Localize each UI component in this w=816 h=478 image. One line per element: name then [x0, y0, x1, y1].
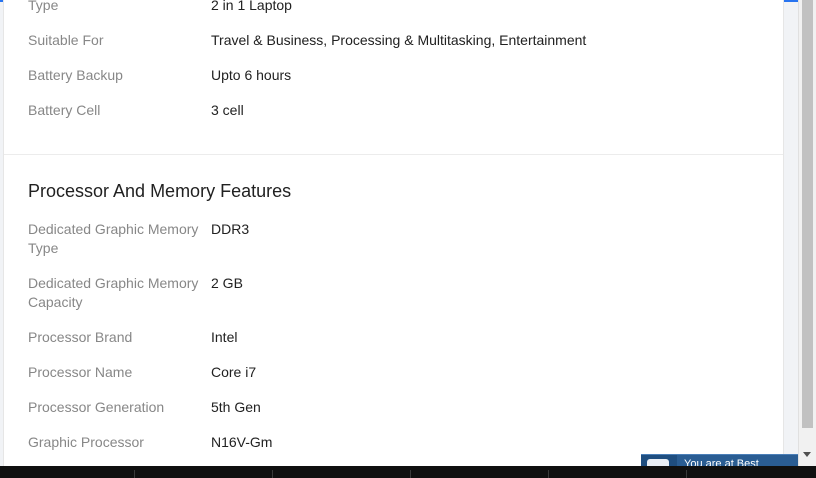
taskbar — [0, 466, 816, 478]
spec-label: Battery Cell — [28, 102, 101, 118]
taskbar-separator — [134, 470, 135, 478]
spec-label: Processor Generation — [28, 399, 165, 415]
vertical-scrollbar[interactable] — [798, 0, 816, 466]
spec-value: Intel — [211, 329, 238, 345]
spec-label: Processor Brand — [28, 329, 133, 345]
spec-label: Dedicated Graphic Memory Type — [28, 221, 199, 256]
taskbar-separator — [686, 470, 687, 478]
scroll-down-arrow-icon[interactable] — [803, 452, 811, 457]
spec-label: Suitable For — [28, 32, 104, 48]
spec-label: Dedicated Graphic Memory Capacity — [28, 275, 199, 310]
spec-value: 5th Gen — [211, 399, 261, 415]
spec-value: Upto 6 hours — [211, 67, 292, 83]
spec-label: Processor Name — [28, 364, 133, 380]
scrollbar-thumb[interactable] — [802, 0, 813, 428]
specifications-card: Type 2 in 1 Laptop Suitable For Travel &… — [3, 0, 784, 466]
spec-value: Travel & Business, Processing & Multitas… — [211, 32, 587, 48]
taskbar-separator — [548, 470, 549, 478]
spec-value: Core i7 — [211, 364, 257, 380]
spec-value: 2 in 1 Laptop — [211, 0, 292, 13]
spec-label: Battery Backup — [28, 67, 123, 83]
spec-value: 2 GB — [211, 275, 243, 291]
taskbar-separator — [410, 470, 411, 478]
taskbar-separator — [272, 470, 273, 478]
section-divider — [4, 154, 783, 155]
spec-value: DDR3 — [211, 221, 250, 237]
spec-value: N16V-Gm — [211, 434, 273, 450]
section-title: Processor And Memory Features — [28, 181, 292, 201]
spec-value: 3 cell — [211, 102, 244, 118]
spec-label: Type — [28, 0, 59, 13]
page-viewport: Type 2 in 1 Laptop Suitable For Travel &… — [0, 0, 798, 466]
spec-label: Graphic Processor — [28, 434, 144, 450]
